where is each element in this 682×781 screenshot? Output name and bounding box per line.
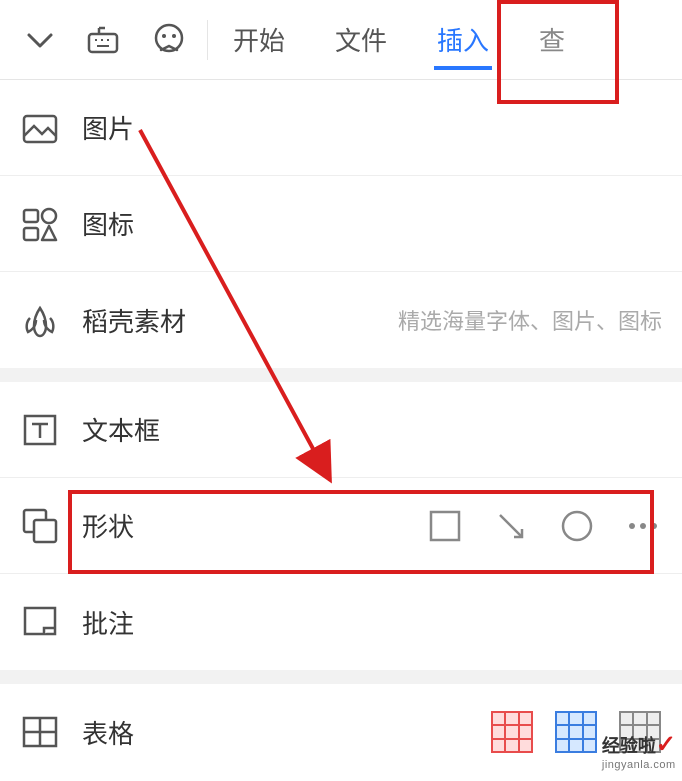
group-gap xyxy=(0,368,682,382)
menu-item-table[interactable]: 表格 xyxy=(0,684,682,780)
tab-start[interactable]: 开始 xyxy=(228,0,290,80)
keyboard-icon[interactable] xyxy=(85,22,121,58)
menu-item-icons[interactable]: 图标 xyxy=(0,176,682,272)
watermark-brand: 经验啦 xyxy=(602,736,656,756)
table-style-red-icon[interactable] xyxy=(490,710,534,754)
image-icon xyxy=(18,106,62,150)
table-icon xyxy=(18,710,62,754)
tab-view[interactable]: 查 xyxy=(534,0,570,80)
menu-label-material: 稻壳素材 xyxy=(82,302,186,339)
watermark-url: jingyanla.com xyxy=(602,759,676,771)
tab-insert[interactable]: 插入 xyxy=(432,0,494,80)
material-icon xyxy=(18,298,62,342)
watermark: 经验啦✓ jingyanla.com xyxy=(602,730,676,771)
menu-label-textbox: 文本框 xyxy=(82,411,160,448)
more-shapes-icon[interactable] xyxy=(624,507,662,545)
shape-circle-icon[interactable] xyxy=(558,507,596,545)
shape-icon xyxy=(18,504,62,548)
table-style-blue-icon[interactable] xyxy=(554,710,598,754)
menu-label-shape: 形状 xyxy=(82,507,134,544)
toolbar-tabs: 开始 文件 插入 查 xyxy=(228,0,672,80)
menu-item-material[interactable]: 稻壳素材 精选海量字体、图片、图标 xyxy=(0,272,682,368)
menu-item-textbox[interactable]: 文本框 xyxy=(0,382,682,478)
shape-arrow-icon[interactable] xyxy=(492,507,530,545)
material-hint: 精选海量字体、图片、图标 xyxy=(398,304,662,336)
menu-label-table: 表格 xyxy=(82,714,134,751)
toolbar-divider xyxy=(207,20,208,60)
comment-icon xyxy=(18,600,62,644)
icons-icon xyxy=(18,202,62,246)
tab-file[interactable]: 文件 xyxy=(330,0,392,80)
watermark-check-icon: ✓ xyxy=(656,731,676,758)
group-gap2 xyxy=(0,670,682,684)
toolbar-left-icons xyxy=(10,22,187,58)
insert-menu: 图片 图标 稻壳素材 精选海量字体、图片、图标 文本框 形 xyxy=(0,80,682,780)
assistant-icon[interactable] xyxy=(151,22,187,58)
menu-label-icons: 图标 xyxy=(82,205,134,242)
menu-label-comment: 批注 xyxy=(82,604,134,641)
shape-quick-options xyxy=(426,507,662,545)
menu-label-image: 图片 xyxy=(82,109,134,146)
textbox-icon xyxy=(18,408,62,452)
menu-item-image[interactable]: 图片 xyxy=(0,80,682,176)
chevron-down-icon[interactable] xyxy=(25,25,55,55)
menu-item-comment[interactable]: 批注 xyxy=(0,574,682,670)
shape-square-icon[interactable] xyxy=(426,507,464,545)
menu-item-shape[interactable]: 形状 xyxy=(0,478,682,574)
top-toolbar: 开始 文件 插入 查 xyxy=(0,0,682,80)
